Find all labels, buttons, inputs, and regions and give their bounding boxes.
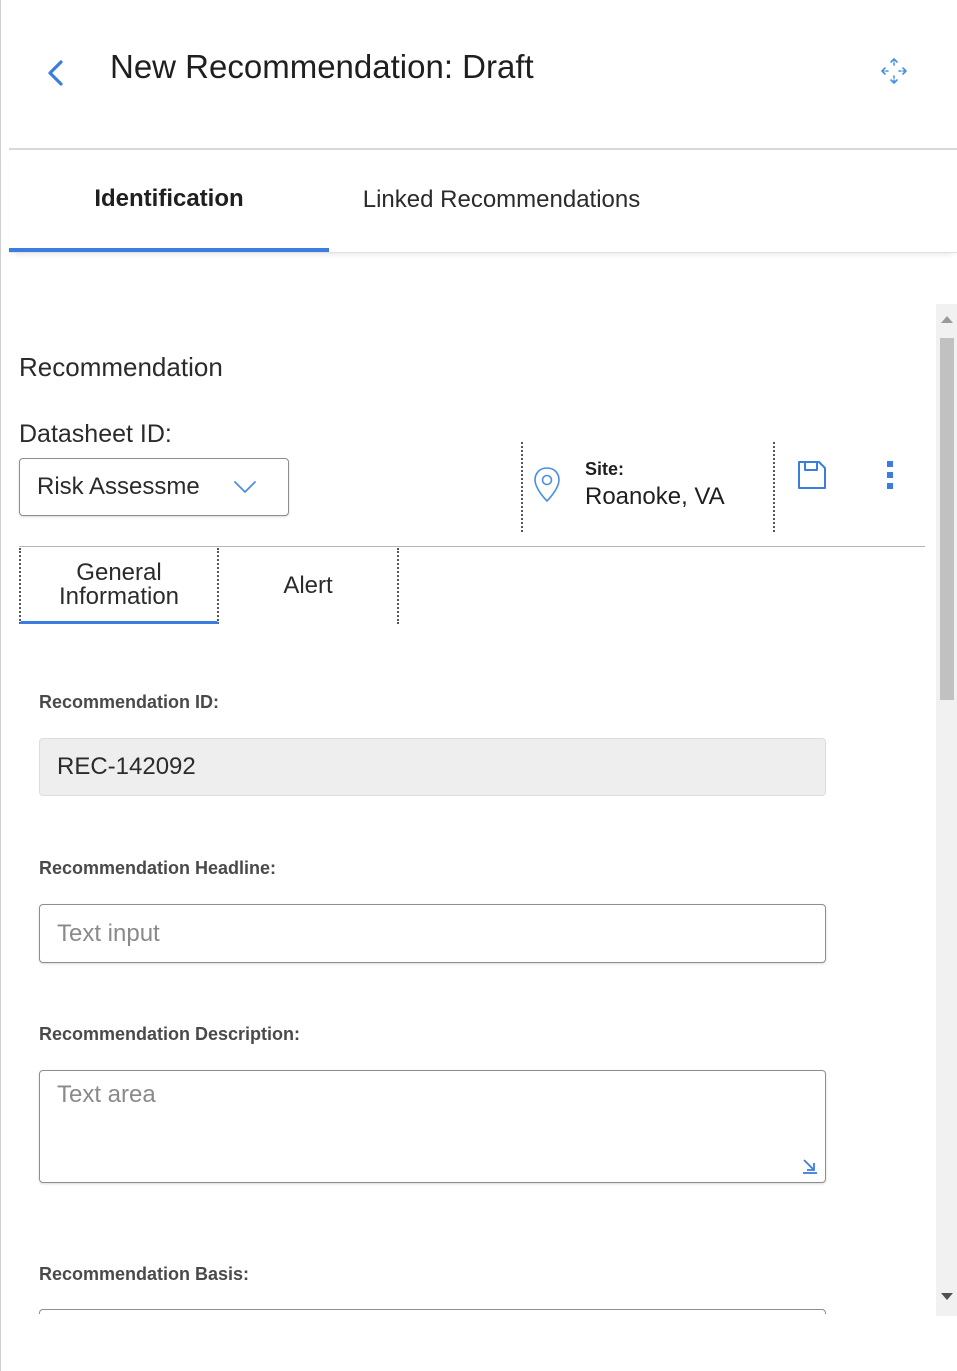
section-title: Recommendation: [19, 352, 223, 382]
back-button[interactable]: [39, 56, 73, 90]
divider: [19, 546, 925, 547]
map-pin-icon: [534, 467, 560, 503]
datasheet-id-label: Datasheet ID:: [19, 420, 172, 448]
more-options-button[interactable]: [877, 458, 903, 492]
main-tabs: Identification Linked Recommendations: [9, 150, 957, 253]
recommendation-basis-label: Recommendation Basis:: [39, 1264, 250, 1284]
datasheet-id-value: Risk Assessme: [37, 473, 200, 500]
chevron-left-icon: [48, 60, 63, 86]
scroll-up-arrow[interactable]: [941, 316, 953, 323]
move-arrows-icon: [881, 58, 907, 84]
tab-identification[interactable]: Identification: [9, 150, 329, 252]
divider: [773, 442, 775, 532]
tab-linked-recommendations[interactable]: Linked Recommendations: [329, 150, 674, 250]
recommendation-description-textarea[interactable]: [39, 1070, 826, 1183]
subtab-alert[interactable]: Alert: [219, 548, 399, 624]
save-button[interactable]: [795, 458, 829, 492]
panel-header: New Recommendation: Draft: [9, 0, 957, 150]
recommendation-id-label: Recommendation ID:: [39, 692, 220, 712]
divider: [521, 442, 523, 532]
scroll-thumb[interactable]: [940, 338, 954, 700]
resize-handle-icon[interactable]: [801, 1157, 819, 1175]
more-vertical-icon: [887, 461, 893, 489]
datasheet-id-select[interactable]: Risk Assessme: [19, 458, 289, 516]
scroll-down-arrow[interactable]: [941, 1293, 953, 1300]
recommendation-headline-input[interactable]: [39, 904, 826, 963]
recommendation-headline-label: Recommendation Headline:: [39, 858, 277, 878]
recommendation-description-label: Recommendation Description:: [39, 1024, 301, 1044]
chevron-down-icon: [234, 481, 256, 493]
site-value: Roanoke, VA: [585, 483, 725, 510]
recommendation-id-field: REC-142092: [39, 738, 826, 796]
site-label: Site:: [585, 459, 625, 479]
move-button[interactable]: [877, 54, 911, 88]
content-clip: [9, 1314, 934, 1371]
page-title: New Recommendation: Draft: [110, 48, 534, 85]
vertical-scrollbar[interactable]: [936, 304, 957, 1316]
subtab-general-information[interactable]: General Information: [19, 548, 219, 624]
recommendation-panel: New Recommendation: Draft Identification…: [0, 0, 957, 1371]
save-icon: [798, 461, 826, 489]
